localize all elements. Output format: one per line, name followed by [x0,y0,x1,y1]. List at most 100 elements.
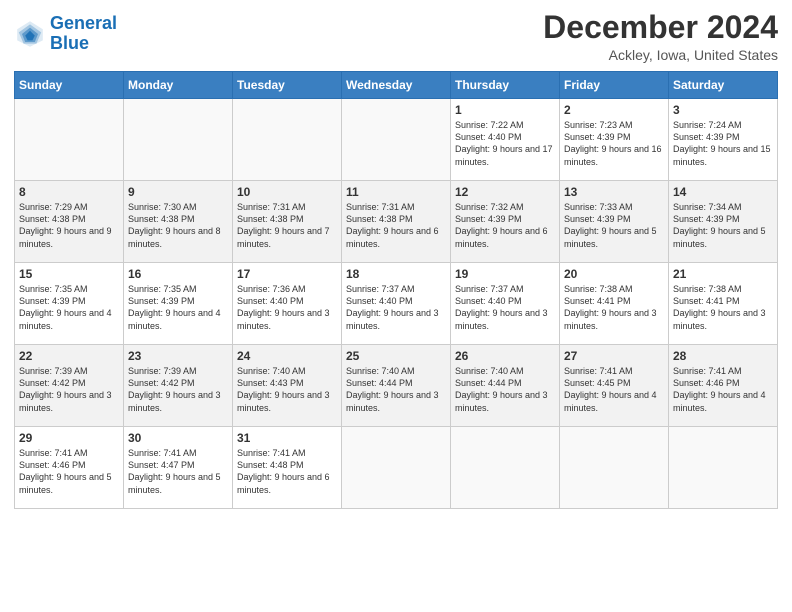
col-thursday: Thursday [451,72,560,99]
day-number: 17 [237,267,337,281]
day-number: 13 [564,185,664,199]
col-monday: Monday [124,72,233,99]
col-tuesday: Tuesday [233,72,342,99]
calendar-cell: 1 Sunrise: 7:22 AMSunset: 4:40 PMDaylight… [451,99,560,181]
day-number: 11 [346,185,446,199]
day-number: 10 [237,185,337,199]
calendar-cell: 15 Sunrise: 7:35 AMSunset: 4:39 PMDayligh… [15,263,124,345]
calendar-cell [342,427,451,509]
day-info: Sunrise: 7:39 AMSunset: 4:42 PMDaylight:… [19,365,119,414]
day-number: 15 [19,267,119,281]
title-block: December 2024 Ackley, Iowa, United State… [543,10,778,63]
calendar-cell: 16Sunrise: 7:35 AMSunset: 4:39 PMDayligh… [124,263,233,345]
day-number: 20 [564,267,664,281]
calendar-cell: 12 Sunrise: 7:32 AMSunset: 4:39 PMDayligh… [451,181,560,263]
day-info: Sunrise: 7:34 AMSunset: 4:39 PMDaylight:… [673,201,773,250]
day-number: 14 [673,185,773,199]
calendar-cell: 26 Sunrise: 7:40 AMSunset: 4:44 PMDayligh… [451,345,560,427]
day-info: Sunrise: 7:41 AMSunset: 4:48 PMDaylight:… [237,447,337,496]
day-number: 31 [237,431,337,445]
logo-text: General Blue [50,14,117,54]
calendar-cell: 3 Sunrise: 7:24 AMSunset: 4:39 PMDaylight… [669,99,778,181]
day-number: 12 [455,185,555,199]
day-number: 16 [128,267,228,281]
calendar-cell [560,427,669,509]
day-info: Sunrise: 7:38 AMSunset: 4:41 PMDaylight:… [673,283,773,332]
calendar-cell: 20 Sunrise: 7:38 AMSunset: 4:41 PMDayligh… [560,263,669,345]
calendar-cell [342,99,451,181]
day-number: 30 [128,431,228,445]
calendar-cell: 24Sunrise: 7:40 AMSunset: 4:43 PMDayligh… [233,345,342,427]
header-row: Sunday Monday Tuesday Wednesday Thursday… [15,72,778,99]
day-info: Sunrise: 7:37 AMSunset: 4:40 PMDaylight:… [455,283,555,332]
week-row-2: 8 Sunrise: 7:29 AMSunset: 4:38 PMDaylight… [15,181,778,263]
week-row-5: 29 Sunrise: 7:41 AMSunset: 4:46 PMDayligh… [15,427,778,509]
calendar-cell: 30 Sunrise: 7:41 AMSunset: 4:47 PMDayligh… [124,427,233,509]
calendar-cell: 28Sunrise: 7:41 AMSunset: 4:46 PMDayligh… [669,345,778,427]
calendar-cell: 27 Sunrise: 7:41 AMSunset: 4:45 PMDayligh… [560,345,669,427]
calendar-cell: 2 Sunrise: 7:23 AMSunset: 4:39 PMDaylight… [560,99,669,181]
day-number: 26 [455,349,555,363]
calendar-cell [15,99,124,181]
calendar-cell [233,99,342,181]
week-row-1: 1 Sunrise: 7:22 AMSunset: 4:40 PMDaylight… [15,99,778,181]
day-number: 9 [128,185,228,199]
day-info: Sunrise: 7:31 AMSunset: 4:38 PMDaylight:… [237,201,337,250]
calendar-body: 1 Sunrise: 7:22 AMSunset: 4:40 PMDaylight… [15,99,778,509]
day-number: 8 [19,185,119,199]
calendar-cell: 10 Sunrise: 7:31 AMSunset: 4:38 PMDayligh… [233,181,342,263]
day-number: 19 [455,267,555,281]
day-number: 3 [673,103,773,117]
day-info: Sunrise: 7:31 AMSunset: 4:38 PMDaylight:… [346,201,446,250]
day-number: 27 [564,349,664,363]
calendar-cell: 8 Sunrise: 7:29 AMSunset: 4:38 PMDaylight… [15,181,124,263]
location: Ackley, Iowa, United States [543,47,778,63]
day-info: Sunrise: 7:23 AMSunset: 4:39 PMDaylight:… [564,119,664,168]
logo-general: General [50,13,117,33]
day-info: Sunrise: 7:32 AMSunset: 4:39 PMDaylight:… [455,201,555,250]
logo: General Blue [14,14,117,54]
day-info: Sunrise: 7:30 AMSunset: 4:38 PMDaylight:… [128,201,228,250]
calendar-cell [451,427,560,509]
col-friday: Friday [560,72,669,99]
day-info: Sunrise: 7:40 AMSunset: 4:44 PMDaylight:… [455,365,555,414]
day-number: 2 [564,103,664,117]
col-saturday: Saturday [669,72,778,99]
calendar-cell: 21 Sunrise: 7:38 AMSunset: 4:41 PMDayligh… [669,263,778,345]
day-info: Sunrise: 7:38 AMSunset: 4:41 PMDaylight:… [564,283,664,332]
calendar-table: Sunday Monday Tuesday Wednesday Thursday… [14,71,778,509]
day-number: 29 [19,431,119,445]
calendar-cell: 31 Sunrise: 7:41 AMSunset: 4:48 PMDayligh… [233,427,342,509]
month-title: December 2024 [543,10,778,45]
calendar-cell: 25Sunrise: 7:40 AMSunset: 4:44 PMDayligh… [342,345,451,427]
day-info: Sunrise: 7:41 AMSunset: 4:46 PMDaylight:… [19,447,119,496]
day-info: Sunrise: 7:41 AMSunset: 4:47 PMDaylight:… [128,447,228,496]
calendar-cell: 23Sunrise: 7:39 AMSunset: 4:42 PMDayligh… [124,345,233,427]
header: General Blue December 2024 Ackley, Iowa,… [14,10,778,63]
day-info: Sunrise: 7:24 AMSunset: 4:39 PMDaylight:… [673,119,773,168]
day-number: 25 [346,349,446,363]
day-info: Sunrise: 7:39 AMSunset: 4:42 PMDaylight:… [128,365,228,414]
calendar-cell [669,427,778,509]
day-info: Sunrise: 7:33 AMSunset: 4:39 PMDaylight:… [564,201,664,250]
logo-icon [14,18,46,50]
col-sunday: Sunday [15,72,124,99]
calendar-cell: 19 Sunrise: 7:37 AMSunset: 4:40 PMDayligh… [451,263,560,345]
calendar-cell: 22Sunrise: 7:39 AMSunset: 4:42 PMDayligh… [15,345,124,427]
day-info: Sunrise: 7:22 AMSunset: 4:40 PMDaylight:… [455,119,555,168]
week-row-3: 15 Sunrise: 7:35 AMSunset: 4:39 PMDayligh… [15,263,778,345]
calendar-cell: 13 Sunrise: 7:33 AMSunset: 4:39 PMDayligh… [560,181,669,263]
calendar-cell: 11 Sunrise: 7:31 AMSunset: 4:38 PMDayligh… [342,181,451,263]
col-wednesday: Wednesday [342,72,451,99]
day-info: Sunrise: 7:41 AMSunset: 4:45 PMDaylight:… [564,365,664,414]
day-number: 18 [346,267,446,281]
day-info: Sunrise: 7:36 AMSunset: 4:40 PMDaylight:… [237,283,337,332]
day-number: 21 [673,267,773,281]
day-info: Sunrise: 7:40 AMSunset: 4:43 PMDaylight:… [237,365,337,414]
day-number: 1 [455,103,555,117]
calendar-cell: 14 Sunrise: 7:34 AMSunset: 4:39 PMDayligh… [669,181,778,263]
calendar-cell [124,99,233,181]
calendar-cell: 29 Sunrise: 7:41 AMSunset: 4:46 PMDayligh… [15,427,124,509]
day-info: Sunrise: 7:35 AMSunset: 4:39 PMDaylight:… [19,283,119,332]
day-info: Sunrise: 7:29 AMSunset: 4:38 PMDaylight:… [19,201,119,250]
